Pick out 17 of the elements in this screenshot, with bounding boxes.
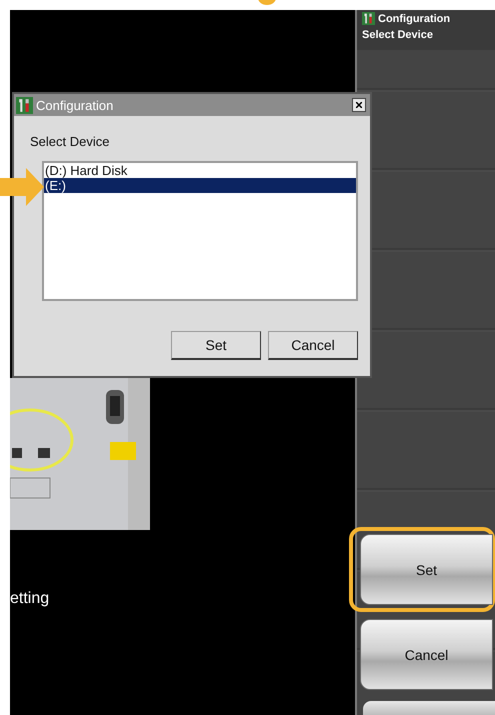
device-item[interactable]: (E:) — [44, 178, 356, 193]
close-button[interactable] — [352, 98, 366, 112]
cancel-button[interactable]: Cancel — [360, 619, 493, 690]
panel-subtitle: Select Device — [362, 29, 434, 41]
close-icon — [356, 102, 362, 108]
set-button[interactable]: Set — [171, 331, 261, 360]
select-device-label: Select Device — [30, 134, 110, 149]
device-item[interactable]: (D:) Hard Disk — [44, 163, 356, 178]
pointer-arrow-icon — [0, 168, 44, 206]
panel-title: Configuration — [378, 12, 450, 24]
set-button[interactable]: Set — [360, 534, 493, 605]
dialog-title: Configuration — [36, 98, 114, 112]
setting-caption: etting — [10, 590, 50, 608]
tools-icon — [16, 96, 33, 114]
tools-icon — [362, 12, 375, 25]
device-list[interactable]: (D:) Hard Disk (E:) — [42, 161, 358, 301]
cancel-button[interactable]: Cancel — [268, 331, 358, 360]
